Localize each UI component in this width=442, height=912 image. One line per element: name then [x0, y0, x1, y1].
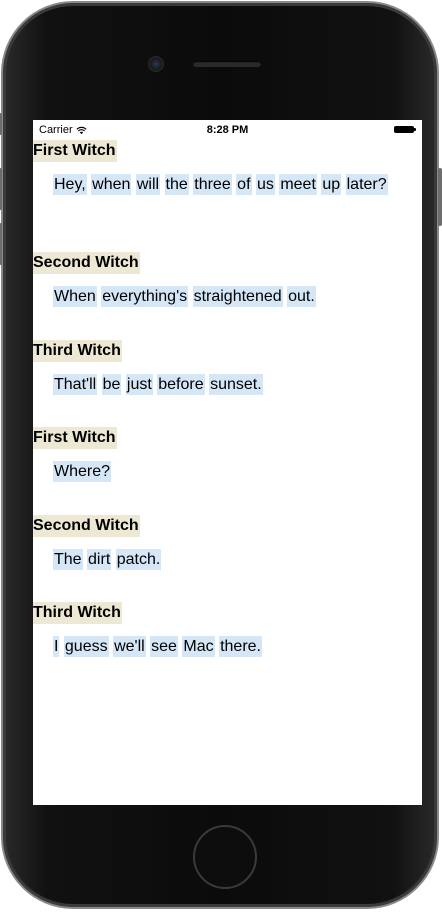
word-highlight: of	[236, 174, 252, 195]
speech-block: First Witch Hey, when will the three of …	[33, 140, 422, 252]
word-highlight: dirt	[87, 549, 112, 570]
word-highlight: us	[255, 174, 275, 195]
speech-block: Second Witch The dirt patch.	[33, 515, 422, 602]
word-highlight: when	[91, 174, 132, 195]
home-button[interactable]	[193, 825, 257, 889]
speech-line: Where?	[33, 449, 422, 487]
speech-block: Second Witch When everything's straighte…	[33, 252, 422, 340]
volume-down-button	[0, 223, 2, 265]
front-camera	[149, 57, 163, 71]
speaker-name: Third Witch	[33, 602, 122, 624]
word-highlight: the	[164, 174, 189, 195]
word-highlight: patch.	[115, 549, 162, 570]
word-highlight: out.	[287, 286, 316, 307]
speech-line: That'll be just before sunset.	[33, 362, 422, 400]
word-highlight: will	[135, 174, 161, 195]
word-highlight: we'll	[113, 636, 146, 657]
word-highlight: just	[125, 374, 153, 395]
word-highlight: three	[193, 174, 232, 195]
volume-up-button	[0, 168, 2, 210]
word-highlight: That'll	[53, 374, 98, 395]
word-highlight: sunset.	[209, 374, 263, 395]
speech-block: Third Witch I guess we'll see Mac there.	[33, 602, 422, 690]
word-highlight: Hey,	[53, 174, 87, 195]
word-highlight: When	[53, 286, 97, 307]
speech-block: First Witch Where?	[33, 427, 422, 515]
word-highlight: meet	[279, 174, 317, 195]
power-button	[438, 168, 442, 226]
word-highlight: straightened	[192, 286, 283, 307]
mute-switch	[0, 113, 2, 135]
speech-block: Third Witch That'll be just before sunse…	[33, 340, 422, 427]
dialogue-list: First Witch Hey, when will the three of …	[33, 140, 422, 690]
clock: 8:28 PM	[206, 124, 249, 136]
word-highlight: I	[53, 636, 60, 657]
word-highlight: before	[157, 374, 205, 395]
word-highlight: see	[150, 636, 178, 657]
word-highlight: be	[101, 374, 122, 395]
speech-line: When everything's straightened out.	[33, 274, 422, 312]
speaker-name: Second Witch	[33, 252, 140, 274]
speaker-name: Second Witch	[33, 515, 140, 537]
speech-line: The dirt patch.	[33, 537, 422, 575]
word-highlight: there.	[219, 636, 262, 657]
speech-line: Hey, when will the three of us meet up l…	[33, 162, 422, 200]
speech-line: I guess we'll see Mac there.	[33, 624, 422, 662]
word-highlight: up	[321, 174, 342, 195]
word-highlight: The	[53, 549, 83, 570]
word-highlight: everything's	[101, 286, 189, 307]
word-highlight: guess	[63, 636, 109, 657]
battery-icon	[394, 126, 416, 133]
speaker-name: First Witch	[33, 427, 117, 449]
screen: Carrier 8:28 PM First Witch Hey, when wi…	[33, 120, 422, 805]
word-highlight: later?	[345, 174, 388, 195]
speaker-name: Third Witch	[33, 340, 122, 362]
word-highlight: Where?	[53, 461, 112, 482]
speaker-name: First Witch	[33, 140, 117, 162]
word-highlight: Mac	[182, 636, 215, 657]
status-bar: Carrier 8:28 PM	[33, 120, 422, 140]
earpiece-speaker	[193, 61, 261, 67]
iphone-frame: Carrier 8:28 PM First Witch Hey, when wi…	[0, 3, 442, 907]
